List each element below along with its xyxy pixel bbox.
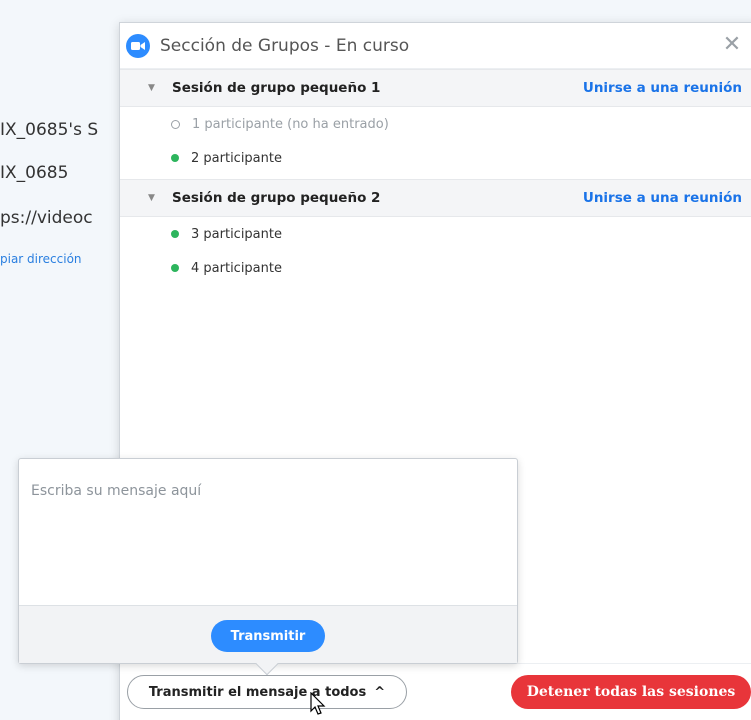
- stop-all-sessions-button[interactable]: Detener todas las sesiones: [511, 675, 751, 709]
- mouse-pointer-icon: [310, 692, 326, 715]
- copy-link-partial[interactable]: piar dirección: [0, 252, 82, 266]
- broadcast-label: Transmitir el mensaje a todos: [148, 684, 367, 700]
- broadcast-message-input[interactable]: [19, 459, 517, 605]
- zoom-logo-icon: [126, 33, 150, 58]
- group-header-1[interactable]: ▼ Sesión de grupo pequeño 1 Unirse a una…: [120, 69, 751, 107]
- pending-status-icon: [171, 119, 180, 129]
- participant-item: 4 participante: [120, 251, 751, 285]
- transmit-button[interactable]: Transmitir: [211, 620, 325, 652]
- participant-label: 4 participante: [191, 260, 282, 276]
- group-name: Sesión de grupo pequeño 1: [172, 80, 381, 96]
- group-name: Sesión de grupo pequeño 2: [172, 190, 381, 206]
- broadcast-to-all-button[interactable]: Transmitir el mensaje a todos ^: [127, 675, 407, 709]
- meeting-url-partial: ps://videoc: [0, 208, 93, 228]
- participant-item: 2 participante: [120, 141, 751, 175]
- chevron-up-icon: ^: [374, 684, 386, 700]
- group-header-2[interactable]: ▼ Sesión de grupo pequeño 2 Unirse a una…: [120, 179, 751, 217]
- participant-label: 1 participante (no ha entrado): [192, 116, 389, 132]
- online-status-icon: [171, 264, 179, 272]
- online-status-icon: [171, 230, 179, 238]
- broadcast-message-popup: Transmitir: [18, 458, 518, 676]
- participant-item: 1 participante (no ha entrado): [120, 107, 751, 141]
- collapse-caret-icon[interactable]: ▼: [148, 83, 158, 93]
- participant-item: 3 participante: [120, 217, 751, 251]
- online-status-icon: [171, 154, 179, 162]
- meeting-title-partial: IX_0685's S: [0, 120, 99, 140]
- join-group-1-link[interactable]: Unirse a una reunión: [583, 80, 742, 96]
- dialog-titlebar: Sección de Grupos - En curso: [120, 23, 751, 69]
- dialog-title: Sección de Grupos - En curso: [160, 35, 410, 56]
- participant-label: 3 participante: [191, 226, 282, 242]
- close-icon[interactable]: ✕: [722, 34, 742, 56]
- meeting-id-partial: IX_0685: [0, 163, 69, 183]
- collapse-caret-icon[interactable]: ▼: [148, 193, 158, 203]
- participant-label: 2 participante: [191, 150, 282, 166]
- join-group-2-link[interactable]: Unirse a una reunión: [583, 190, 742, 206]
